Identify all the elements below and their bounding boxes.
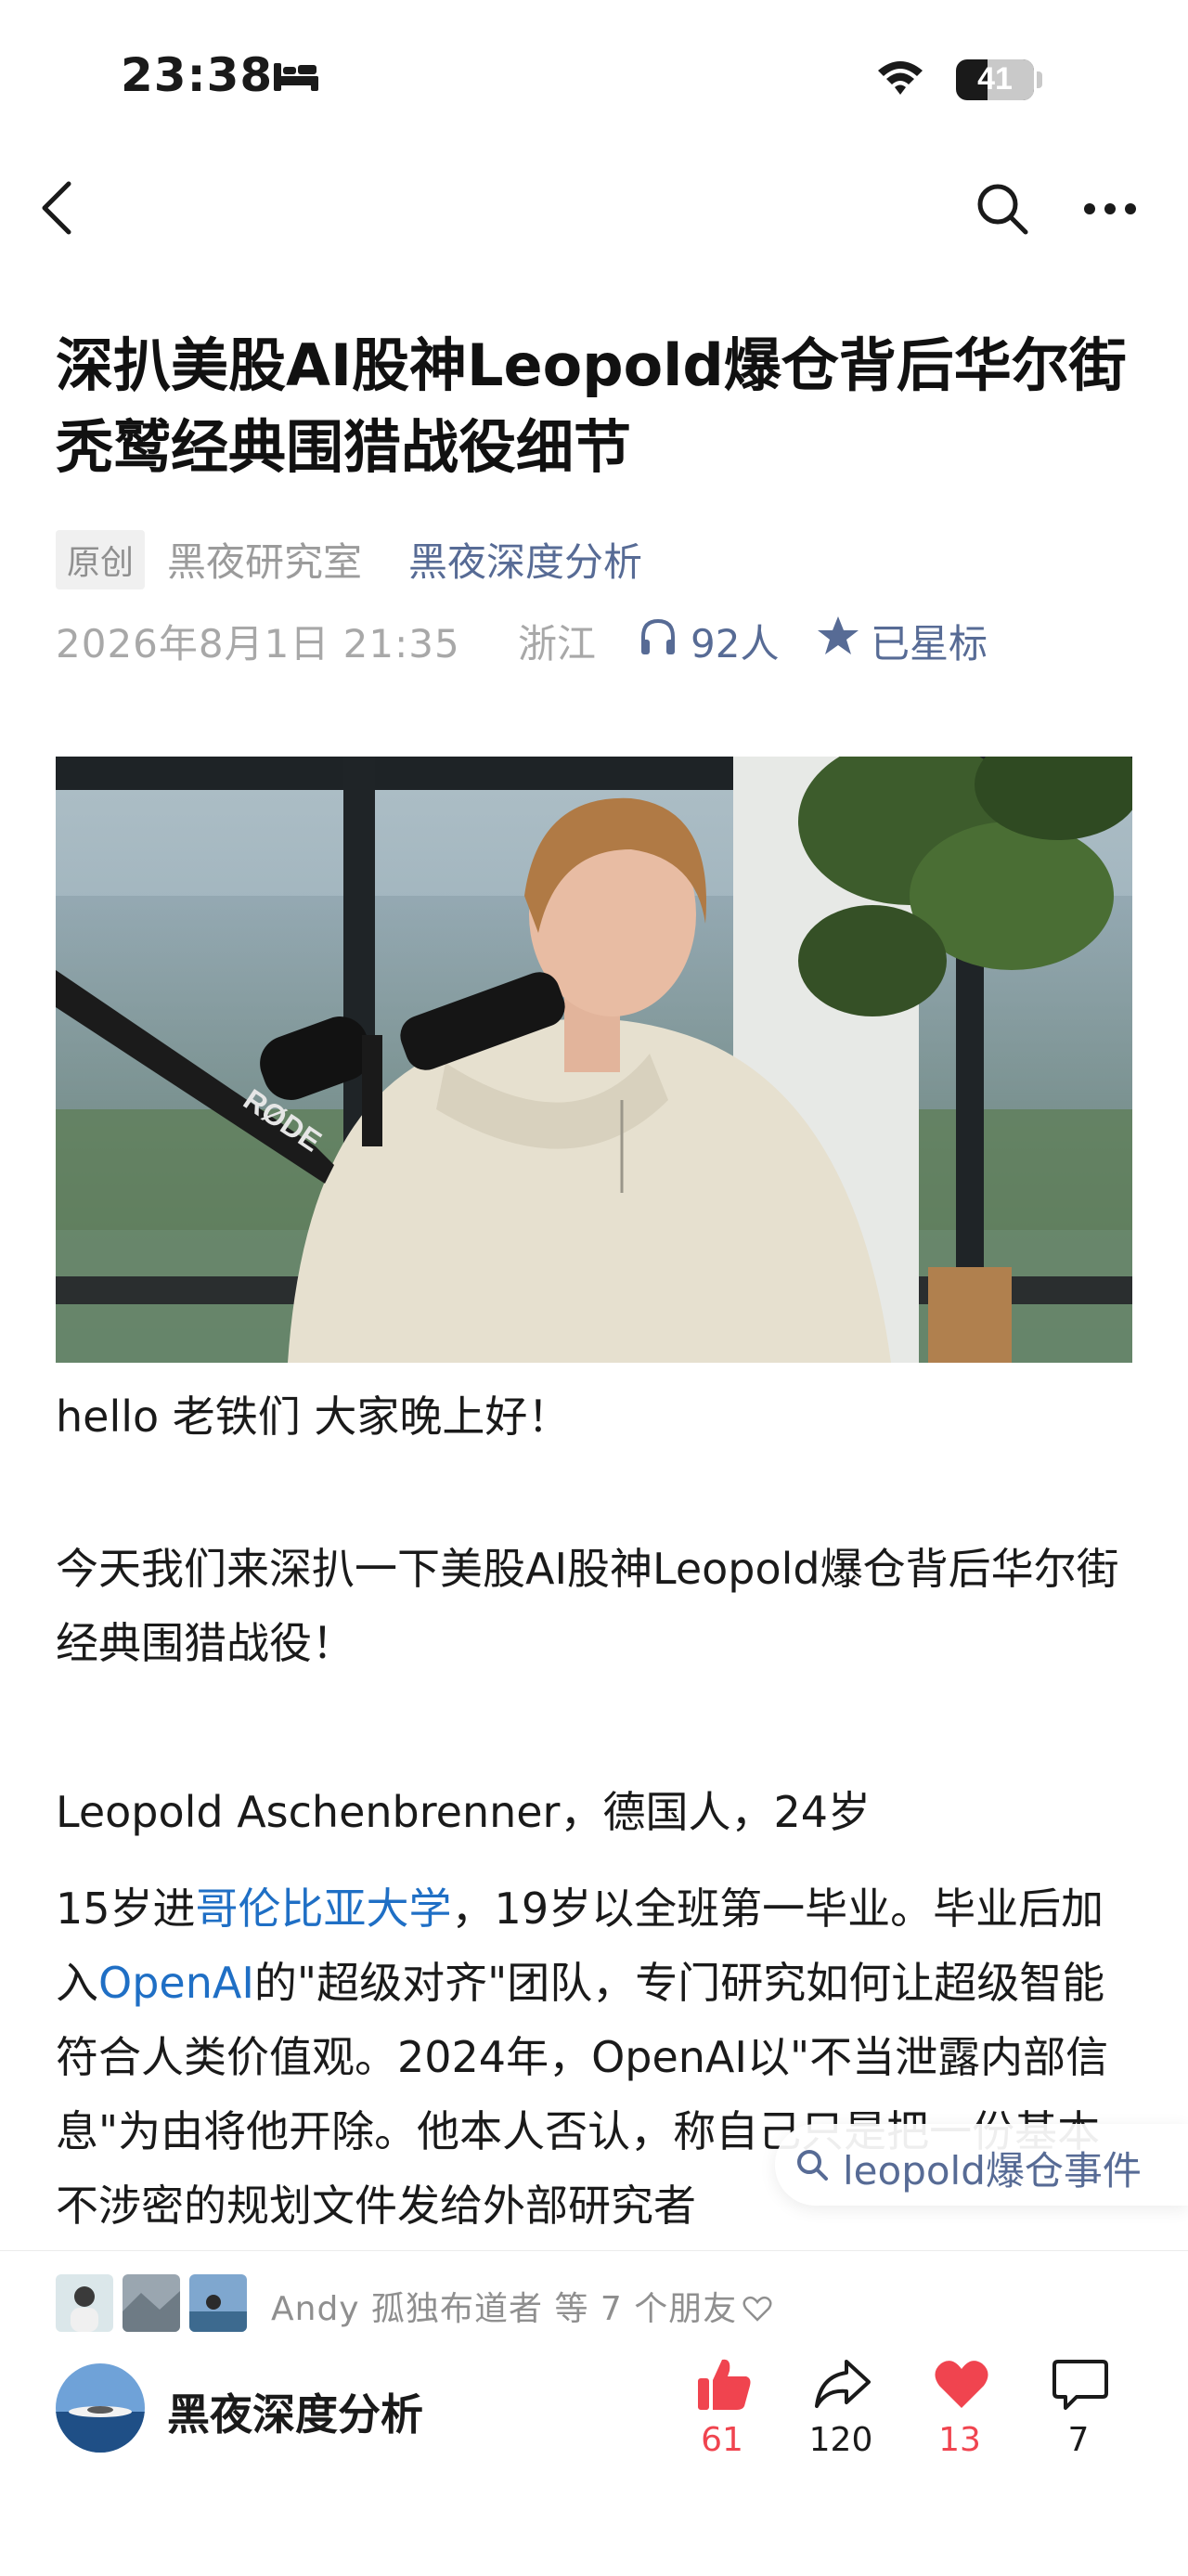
heart-count: 13	[938, 2421, 981, 2459]
search-icon[interactable]	[975, 181, 1030, 237]
article-title: 深扒美股AI股神Leopold爆仓背后华尔街秃鹫经典围猎战役细节	[56, 331, 1127, 481]
friends-read-text[interactable]: Andy 孤独布道者 等 7 个朋友	[271, 2282, 772, 2330]
photo-illustration: RØDE	[56, 757, 1132, 1363]
paragraph-subject: Leopold Aschenbrenner，德国人，24岁	[56, 1787, 871, 1837]
comment-icon[interactable]	[1051, 2354, 1110, 2414]
original-badge: 原创	[56, 530, 146, 589]
share-icon[interactable]	[813, 2354, 872, 2414]
friend-avatar[interactable]	[56, 2274, 113, 2332]
status-time: 23:38	[121, 48, 274, 102]
author-name: 黑夜研究室	[167, 539, 363, 585]
bio-text-1: 15岁进	[56, 1883, 196, 1934]
battery-tip	[1037, 71, 1042, 88]
star-icon[interactable]	[817, 615, 859, 657]
wifi-icon	[878, 61, 923, 95]
link-columbia[interactable]: 哥伦比亚大学	[196, 1883, 452, 1934]
heart-icon[interactable]	[932, 2354, 991, 2414]
article-photo[interactable]: RØDE	[56, 757, 1132, 1363]
link-openai[interactable]: OpenAI	[98, 1958, 254, 2008]
friends-heart-icon	[742, 2296, 772, 2322]
friend-avatar[interactable]	[189, 2274, 247, 2332]
paragraph-intro: 今天我们来深扒一下美股AI股神Leopold爆仓背后华尔街经典围猎战役！	[56, 1544, 1119, 1668]
friends-read-label: Andy 孤独布道者 等 7 个朋友	[271, 2290, 738, 2328]
like-count: 61	[701, 2421, 743, 2459]
more-icon[interactable]	[1082, 195, 1138, 223]
paragraph-greeting: hello 老铁们 大家晚上好！	[56, 1392, 571, 1442]
back-icon[interactable]	[39, 178, 76, 238]
search-suggestion-label[interactable]: leopold爆仓事件	[843, 2140, 1142, 2196]
chip-search-icon	[797, 2150, 828, 2181]
account-link[interactable]: 黑夜深度分析	[408, 531, 642, 588]
headphone-icon[interactable]	[639, 616, 678, 657]
like-icon[interactable]	[694, 2354, 754, 2414]
bed-icon	[274, 63, 318, 91]
publish-date: 2026年8月1日 21:35	[56, 621, 460, 667]
publish-location: 浙江	[518, 621, 597, 667]
star-label[interactable]: 已星标	[871, 613, 988, 669]
battery-level: 41	[977, 61, 1013, 97]
friend-avatar[interactable]	[123, 2274, 180, 2332]
comment-count: 7	[1067, 2421, 1090, 2459]
share-count: 120	[808, 2421, 873, 2459]
battery-icon: 41	[956, 59, 1034, 100]
listen-count[interactable]: 92人	[691, 613, 779, 669]
account-avatar[interactable]	[56, 2363, 145, 2453]
account-name[interactable]: 黑夜深度分析	[167, 2381, 423, 2442]
